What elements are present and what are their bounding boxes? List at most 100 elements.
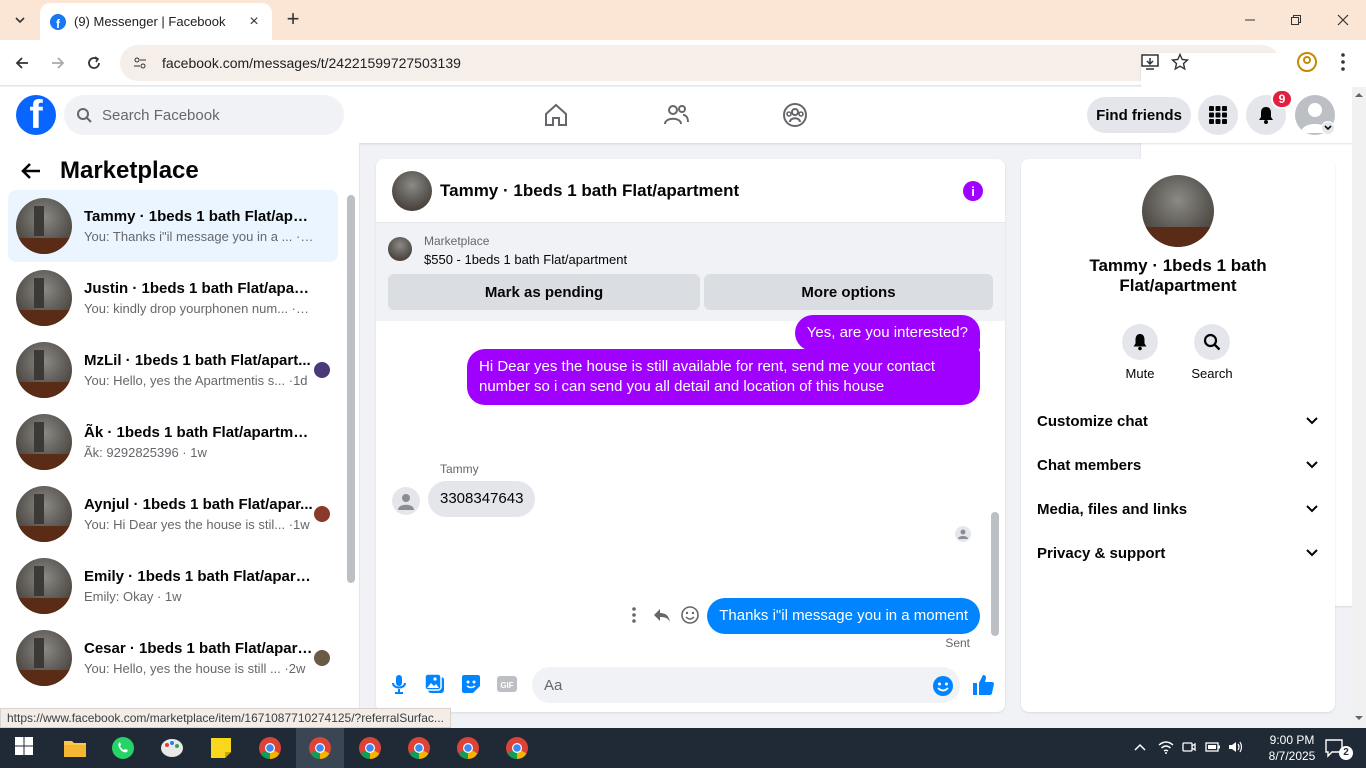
whatsapp-icon[interactable]: [111, 736, 135, 760]
read-receipt-avatar-icon: [955, 526, 971, 542]
attach-photo-icon[interactable]: [424, 673, 446, 695]
media-files-links-section[interactable]: Media, files and links: [1037, 487, 1319, 531]
site-info-icon[interactable]: [132, 55, 148, 71]
chat-avatar[interactable]: [392, 170, 432, 211]
contact-name: Tammy · 1beds 1 bath Flat/apartment: [1089, 256, 1267, 295]
meet-now-icon[interactable]: [1182, 740, 1196, 754]
gif-icon[interactable]: GIF: [496, 673, 518, 695]
chrome-profile-icon[interactable]: [308, 736, 332, 760]
volume-icon[interactable]: [1228, 740, 1244, 754]
windows-taskbar: 9:00 PM 8/7/2025 2: [0, 728, 1366, 768]
taskbar-clock[interactable]: 9:00 PM 8/7/2025: [1252, 732, 1332, 764]
emoji-icon[interactable]: [932, 675, 954, 697]
conversation-avatar: [16, 558, 72, 614]
conversation-item[interactable]: Ãk · 1beds 1 bath Flat/apartment Ãk: 929…: [8, 406, 338, 478]
conversation-name: Justin · 1beds 1 bath Flat/apartm...: [84, 280, 314, 297]
omnibox[interactable]: facebook.com/messages/t/2422159972750313…: [120, 45, 1366, 606]
listing-price-title[interactable]: $550 - 1beds 1 bath Flat/apartment: [424, 252, 627, 267]
conversation-item[interactable]: Emily · 1beds 1 bath Flat/apartm... Emil…: [8, 550, 338, 622]
conversation-item[interactable]: MzLil · 1beds 1 bath Flat/apart... You: …: [8, 334, 338, 406]
tab-close-icon[interactable]: ×: [246, 13, 262, 30]
conversation-item[interactable]: Aynjul · 1beds 1 bath Flat/apar... You: …: [8, 478, 338, 550]
panel-title: Marketplace: [60, 157, 199, 184]
customize-chat-section[interactable]: Customize chat: [1037, 399, 1319, 443]
reload-icon[interactable]: [82, 51, 106, 75]
sticky-notes-icon[interactable]: [209, 736, 233, 760]
message-bubble-outgoing[interactable]: Thanks i"il message you in a moment: [707, 598, 980, 634]
listing-thumbnail[interactable]: [388, 237, 412, 261]
conversation-item[interactable]: Cesar · 1beds 1 bath Flat/apart... You: …: [8, 622, 338, 694]
restore-icon[interactable]: [1284, 8, 1308, 32]
privacy-support-section[interactable]: Privacy & support: [1037, 531, 1319, 575]
chrome-icon[interactable]: [258, 736, 282, 760]
battery-icon[interactable]: [1205, 740, 1221, 754]
microphone-icon[interactable]: [388, 673, 410, 695]
back-arrow-icon[interactable]: [20, 160, 42, 182]
page-scrollbar[interactable]: [1352, 87, 1366, 728]
forward-icon[interactable]: [46, 51, 70, 75]
groups-icon[interactable]: [781, 101, 809, 129]
chat-title[interactable]: Tammy · 1beds 1 bath Flat/apartment: [440, 181, 739, 201]
chrome-profile-icon[interactable]: [407, 736, 431, 760]
file-explorer-icon[interactable]: [63, 736, 87, 760]
message-thread: Yes, are you interested? Hi Dear yes the…: [376, 315, 1005, 651]
message-bubble-outgoing[interactable]: Yes, are you interested?: [794, 315, 980, 351]
facebook-search-box[interactable]: Search Facebook: [64, 95, 344, 135]
chrome-profile-icon[interactable]: [456, 736, 480, 760]
mark-as-pending-button[interactable]: Mark as pending: [388, 274, 700, 310]
conversation-info-icon[interactable]: i: [963, 181, 983, 201]
browser-tab-active[interactable]: f (9) Messenger | Facebook ×: [40, 3, 272, 40]
message-input[interactable]: Aa: [532, 667, 960, 703]
tab-title: (9) Messenger | Facebook: [74, 14, 226, 29]
conversation-snippet: You: kindly drop yourphonen num... ·1m: [84, 301, 314, 316]
marketplace-label: Marketplace: [424, 234, 490, 248]
reply-icon[interactable]: [652, 605, 672, 625]
conversation-item[interactable]: Justin · 1beds 1 bath Flat/apartm... You…: [8, 262, 338, 334]
panel-header: Marketplace: [20, 157, 199, 185]
window-close-icon[interactable]: [1331, 8, 1355, 32]
message-status: Sent: [945, 636, 970, 650]
chrome-profile-icon[interactable]: [505, 736, 529, 760]
more-options-button[interactable]: More options: [704, 274, 993, 310]
new-tab-icon[interactable]: +: [282, 8, 304, 31]
minimize-icon[interactable]: [1238, 8, 1262, 32]
find-friends-button[interactable]: Find friends: [1087, 97, 1191, 133]
browser-menu-icon[interactable]: [1332, 51, 1354, 73]
chrome-profile-icon[interactable]: [358, 736, 382, 760]
marketplace-listing-bar: Marketplace $550 - 1beds 1 bath Flat/apa…: [376, 223, 1005, 321]
address-bar-row: facebook.com/messages/t/2422159972750313…: [0, 40, 1366, 606]
account-chevron-icon[interactable]: [1321, 121, 1335, 135]
thread-scrollbar[interactable]: [991, 512, 999, 636]
sticker-icon[interactable]: [460, 673, 482, 695]
browser-profile-icon[interactable]: [1296, 51, 1318, 73]
wifi-icon[interactable]: [1158, 740, 1174, 754]
contact-avatar[interactable]: [1142, 175, 1214, 247]
conversation-name: Aynjul · 1beds 1 bath Flat/apar...: [84, 496, 313, 513]
paint-app-icon[interactable]: [160, 736, 184, 760]
seen-avatar-icon: [314, 362, 330, 378]
clock-time: 9:00 PM: [1269, 733, 1315, 747]
chat-members-section[interactable]: Chat members: [1037, 443, 1319, 487]
thumbs-up-icon[interactable]: [971, 673, 994, 695]
tab-search-icon[interactable]: [8, 8, 32, 32]
search-in-conversation-button[interactable]: Search: [1182, 324, 1242, 381]
message-bubble-outgoing[interactable]: Hi Dear yes the house is still available…: [467, 349, 980, 405]
friends-icon[interactable]: [662, 101, 690, 129]
tray-chevron-up-icon[interactable]: [1133, 740, 1147, 754]
message-more-icon[interactable]: [626, 605, 642, 625]
sender-avatar-icon[interactable]: [392, 487, 420, 515]
mute-button[interactable]: Mute: [1110, 324, 1170, 381]
facebook-logo-icon[interactable]: f: [16, 95, 56, 135]
message-bubble-incoming[interactable]: 3308347643: [428, 481, 536, 517]
home-icon[interactable]: [542, 101, 570, 129]
mute-label: Mute: [1125, 366, 1155, 381]
windows-start-icon[interactable]: [14, 736, 38, 760]
conversation-list-scrollbar[interactable]: [347, 195, 355, 583]
react-emoji-icon[interactable]: [680, 605, 700, 625]
message-input-placeholder: Aa: [544, 676, 563, 694]
conversation-avatar: [16, 486, 72, 542]
menu-grid-icon[interactable]: [1198, 95, 1238, 135]
chevron-down-icon: [1306, 461, 1318, 469]
back-icon[interactable]: [10, 51, 34, 75]
conversation-item[interactable]: Tammy · 1beds 1 bath Flat/apart... You: …: [8, 190, 338, 262]
